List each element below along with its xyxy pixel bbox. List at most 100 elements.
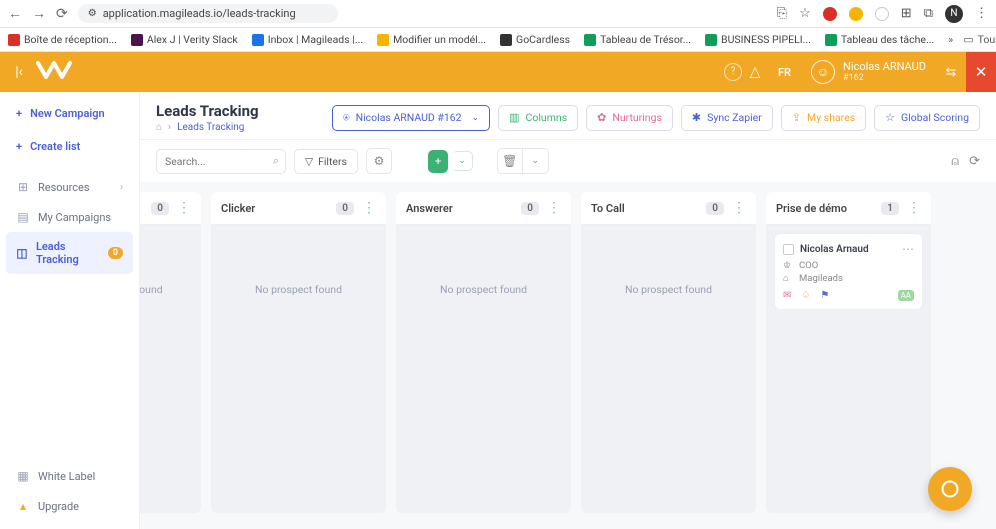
chat-fab[interactable] xyxy=(928,467,972,511)
bookmark-item[interactable]: Alex J | Verity Slack xyxy=(131,33,238,46)
window-icon[interactable]: ⧉ xyxy=(924,6,933,21)
extension-yellow-icon[interactable] xyxy=(849,7,863,21)
nurturings-label: Nurturings xyxy=(612,111,662,124)
my-shares-button[interactable]: ⇪ My shares xyxy=(781,105,866,131)
bookmark-item[interactable]: Modifier un modél... xyxy=(377,33,486,46)
extensions-icon[interactable]: ⊞ xyxy=(901,6,912,21)
column-body[interactable]: ct found xyxy=(140,225,201,513)
filters-label: Filters xyxy=(318,155,347,168)
column-menu-icon[interactable]: ⋮ xyxy=(177,200,191,216)
card-more-icon[interactable]: ⋯ xyxy=(902,242,914,256)
add-dropdown[interactable]: ⌄ xyxy=(452,151,473,171)
browser-menu-icon[interactable]: ⋮ xyxy=(975,6,988,21)
column-title: Answerer xyxy=(406,202,453,215)
nurturings-icon: ✿ xyxy=(597,111,606,124)
breadcrumb-current: Leads Tracking xyxy=(177,122,244,133)
search-wrap: ⌕ xyxy=(156,149,286,174)
kanban-column: 0 ⋮ ct found xyxy=(140,192,201,513)
nurturings-button[interactable]: ✿ Nurturings xyxy=(586,105,673,131)
home-icon[interactable]: ⌂ xyxy=(156,122,162,133)
card-role: COO xyxy=(799,260,818,271)
profile-avatar[interactable]: N xyxy=(945,5,963,23)
toolbar: ⌕ ▽ Filters ⚙ + ⌄ 🗑 ⌄ ⍝ ⟳ xyxy=(140,139,996,182)
language-selector[interactable]: FR xyxy=(768,66,801,79)
column-count: 1 xyxy=(881,202,899,215)
empty-state: ct found xyxy=(140,283,193,296)
new-campaign-button[interactable]: + New Campaign xyxy=(6,100,133,127)
card-flag-icon[interactable]: ⚑ xyxy=(820,290,829,301)
leads-icon: ◫ xyxy=(16,246,28,260)
url-text: application.magileads.io/leads-tracking xyxy=(103,7,296,20)
columns-button[interactable]: ▥ Columns xyxy=(498,105,578,131)
browser-back[interactable]: ← xyxy=(8,5,22,22)
column-body[interactable]: No prospect found xyxy=(581,225,756,513)
shares-label: My shares xyxy=(807,111,855,124)
column-body[interactable]: Nicolas Arnaud ⋯ ♔ COO ⌂ Magileads ✉ xyxy=(766,225,931,513)
settings-button[interactable]: ⚙ xyxy=(366,148,392,174)
help-icon[interactable]: ? xyxy=(724,63,742,81)
lead-card[interactable]: Nicolas Arnaud ⋯ ♔ COO ⌂ Magileads ✉ xyxy=(774,233,923,310)
address-bar[interactable]: ⚙ application.magileads.io/leads-trackin… xyxy=(78,4,338,23)
search-input[interactable] xyxy=(156,149,286,174)
user-menu[interactable]: ☺ Nicolas ARNAUD #162 xyxy=(801,60,936,84)
column-menu-icon[interactable]: ⋮ xyxy=(547,200,561,216)
column-menu-icon[interactable]: ⋮ xyxy=(732,200,746,216)
create-list-button[interactable]: + Create list xyxy=(6,133,133,160)
assign-person-icon[interactable]: ⍝ xyxy=(951,154,959,169)
count-badge: 0 xyxy=(108,247,123,259)
column-menu-icon[interactable]: ⋮ xyxy=(362,200,376,216)
bookmark-item[interactable]: BUSINESS PIPELI... xyxy=(705,33,811,46)
column-menu-icon[interactable]: ⋮ xyxy=(907,200,921,216)
search-icon[interactable]: ⌕ xyxy=(273,154,279,168)
browser-forward[interactable]: → xyxy=(32,5,46,22)
breadcrumb: ⌂ › Leads Tracking xyxy=(156,122,259,133)
extension-white-icon[interactable] xyxy=(875,7,889,21)
sync-zapier-button[interactable]: ✱ Sync Zapier xyxy=(681,105,773,131)
global-scoring-button[interactable]: ☆ Global Scoring xyxy=(874,105,980,131)
plus-icon: + xyxy=(16,107,22,120)
delete-dropdown[interactable]: ⌄ xyxy=(523,148,549,174)
notifications-icon[interactable]: △ xyxy=(742,64,768,80)
translate-icon[interactable]: ⎘ xyxy=(777,6,787,21)
extension-red-icon[interactable] xyxy=(823,7,837,21)
user-icon: ⍟ xyxy=(343,111,350,125)
sidebar-item-white-label[interactable]: ▦ White Label xyxy=(6,461,133,491)
empty-state: No prospect found xyxy=(589,283,748,296)
bookmark-item[interactable]: GoCardless xyxy=(500,33,570,46)
sidebar-item-label: Leads Tracking xyxy=(36,240,100,266)
card-bell-icon[interactable]: ♤ xyxy=(801,290,810,301)
filters-button[interactable]: ▽ Filters xyxy=(294,149,358,174)
collapse-sidebar-icon[interactable]: |‹ xyxy=(10,64,28,80)
column-header: Prise de démo 1 ⋮ xyxy=(766,192,931,225)
add-button[interactable]: + xyxy=(428,150,448,173)
card-mail-icon[interactable]: ✉ xyxy=(783,290,791,301)
column-body[interactable]: No prospect found xyxy=(211,225,386,513)
column-header: To Call 0 ⋮ xyxy=(581,192,756,225)
bookmark-item[interactable]: Inbox | Magileads |... xyxy=(252,33,363,46)
all-bookmarks[interactable]: ▭Tous les favoris xyxy=(963,33,996,46)
delete-button[interactable]: 🗑 xyxy=(497,148,523,174)
app-logo[interactable] xyxy=(34,59,74,86)
switch-account-icon[interactable]: ⇆ xyxy=(936,65,966,80)
bookmark-item[interactable]: Boîte de réception... xyxy=(8,33,117,46)
column-body[interactable]: No prospect found xyxy=(396,225,571,513)
bookmarks-overflow[interactable]: » xyxy=(948,33,953,46)
sidebar-item-leads-tracking[interactable]: ◫ Leads Tracking 0 xyxy=(6,232,133,274)
card-checkbox[interactable] xyxy=(783,244,794,255)
user-selector[interactable]: ⍟ Nicolas ARNAUD #162 ⌄ xyxy=(332,105,490,131)
site-settings-icon[interactable]: ⚙ xyxy=(88,8,97,19)
user-avatar-icon: ☺ xyxy=(811,60,835,84)
close-app-button[interactable]: ✕ xyxy=(966,52,996,92)
sidebar-item-resources[interactable]: ⊞ Resources › xyxy=(6,172,133,202)
column-count: 0 xyxy=(336,202,354,215)
bookmark-item[interactable]: Tableau de Trésor... xyxy=(584,33,691,46)
role-icon: ♔ xyxy=(783,261,793,271)
sidebar-item-campaigns[interactable]: ▤ My Campaigns xyxy=(6,202,133,232)
main-content: Leads Tracking ⌂ › Leads Tracking ⍟ Nico… xyxy=(140,92,996,529)
sidebar-item-upgrade[interactable]: ▴ Upgrade xyxy=(6,491,133,521)
refresh-icon[interactable]: ⟳ xyxy=(969,154,980,169)
bookmark-item[interactable]: Tableau des tâche... xyxy=(825,33,934,46)
page-title: Leads Tracking xyxy=(156,102,259,120)
browser-reload[interactable]: ⟳ xyxy=(56,6,68,22)
bookmark-star-icon[interactable]: ☆ xyxy=(799,6,811,21)
